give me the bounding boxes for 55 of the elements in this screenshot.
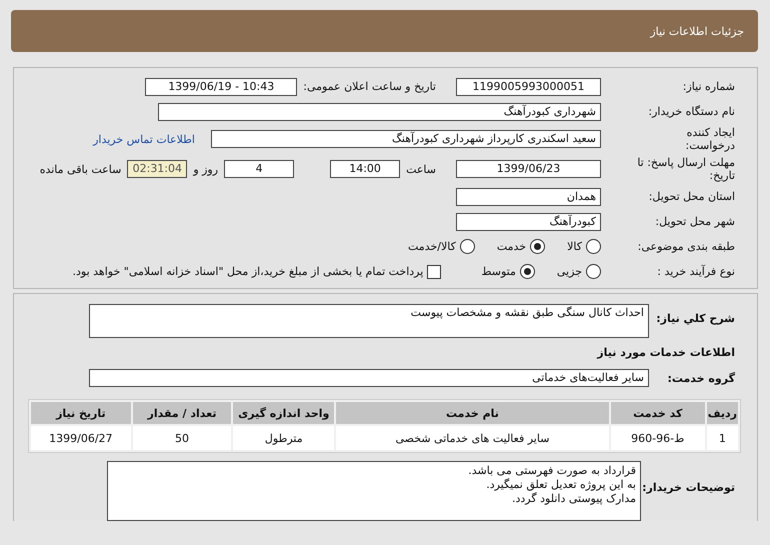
radio-label: جزیی <box>556 265 582 278</box>
field-label: شرح کلي نیاز: <box>655 312 735 325</box>
field-label: مهلت ارسال پاسخ: تا تاریخ: <box>636 156 735 182</box>
deadline-time-field: 14:00 <box>330 160 400 178</box>
field-label: ساعت <box>406 162 436 176</box>
field-label: شهر محل تحویل: <box>654 215 735 228</box>
field-label: شماره نیاز: <box>682 80 735 93</box>
column-header: کد خدمت <box>610 402 705 424</box>
column-header: ردیف <box>706 402 738 424</box>
field-label: گروه خدمت: <box>666 372 735 384</box>
announce-date-field: 1399/06/19 - 10:43 <box>145 78 298 96</box>
table-cell: 1399/06/27 <box>31 426 131 450</box>
field-label: ایجاد کننده درخواست: <box>684 126 735 152</box>
contact-info-link[interactable]: اطلاعات تماس خریدار <box>93 132 195 146</box>
field-label: تاریخ و ساعت اعلان عمومی: <box>303 80 436 93</box>
buyer-org-field: شهرداری کبودرآهنگ <box>158 102 601 120</box>
radio-button[interactable] <box>530 239 546 254</box>
radio-label: کالا <box>567 240 582 253</box>
field-label: نام دستگاه خریدار: <box>647 105 735 118</box>
field-label: استان محل تحویل: <box>648 190 735 203</box>
field-label: ساعت باقی مانده <box>40 162 122 176</box>
radio-label: کالا/خدمت <box>408 240 456 253</box>
column-header: نام خدمت <box>336 402 609 424</box>
table-cell: ط-96-960 <box>610 426 705 450</box>
field-label: نوع فرآیند خرید : <box>656 265 735 278</box>
table-cell: سایر فعالیت های خدماتی شخصی <box>336 426 609 450</box>
section-heading: اطلاعات خدمات مورد نیاز <box>596 346 735 359</box>
days-field: 4 <box>224 160 294 178</box>
radio-label: خدمت <box>496 240 526 253</box>
service-group-field: سایر فعالیت‌های خدماتی <box>89 369 649 387</box>
radio-button[interactable] <box>586 264 601 279</box>
field-label: طبقه بندی موضوعی: <box>636 240 735 253</box>
header-title: جزئیات اطلاعات نیاز <box>650 24 744 38</box>
table-cell: 50 <box>132 426 232 450</box>
checkbox[interactable] <box>427 264 442 278</box>
description-field: احداث کانال سنگی طبق نقشه و مشخصات پیوست <box>89 304 649 338</box>
deadline-date-field: 1399/06/23 <box>456 160 601 178</box>
checkbox-label: پرداخت تمام یا بخشی از مبلغ خرید،از محل "اسناد خزانه اسلامی" خواهد بود. <box>72 265 424 278</box>
table-cell: مترطول <box>233 426 334 450</box>
table-cell: 1 <box>706 426 738 450</box>
radio-button[interactable] <box>520 264 535 279</box>
column-header: تاریخ نیاز <box>31 402 131 424</box>
need-number-field: 1199005993000051 <box>456 78 601 96</box>
buyer-notes-field: قرارداد به صورت فهرستی می باشد. به این پروژه تعدیل تعلق نمیگیرد. مدارک پیوستی دانلود گردد. <box>107 461 641 521</box>
remaining-time-field: 02:31:04 <box>127 160 188 178</box>
province-field: همدان <box>456 188 601 206</box>
field-label: روز و <box>193 162 218 176</box>
column-header: تعداد / مقدار <box>132 402 232 424</box>
requester-field: سعید اسکندری کارپرداز شهرداری کبودرآهنگ <box>211 130 601 148</box>
field-label: توضیحات خریدار: <box>641 481 735 494</box>
radio-button[interactable] <box>460 239 475 254</box>
radio-label: متوسط <box>481 265 516 278</box>
column-header: واحد اندازه گیری <box>233 402 334 424</box>
radio-button[interactable] <box>586 239 601 254</box>
city-field: کبودرآهنگ <box>456 212 601 230</box>
